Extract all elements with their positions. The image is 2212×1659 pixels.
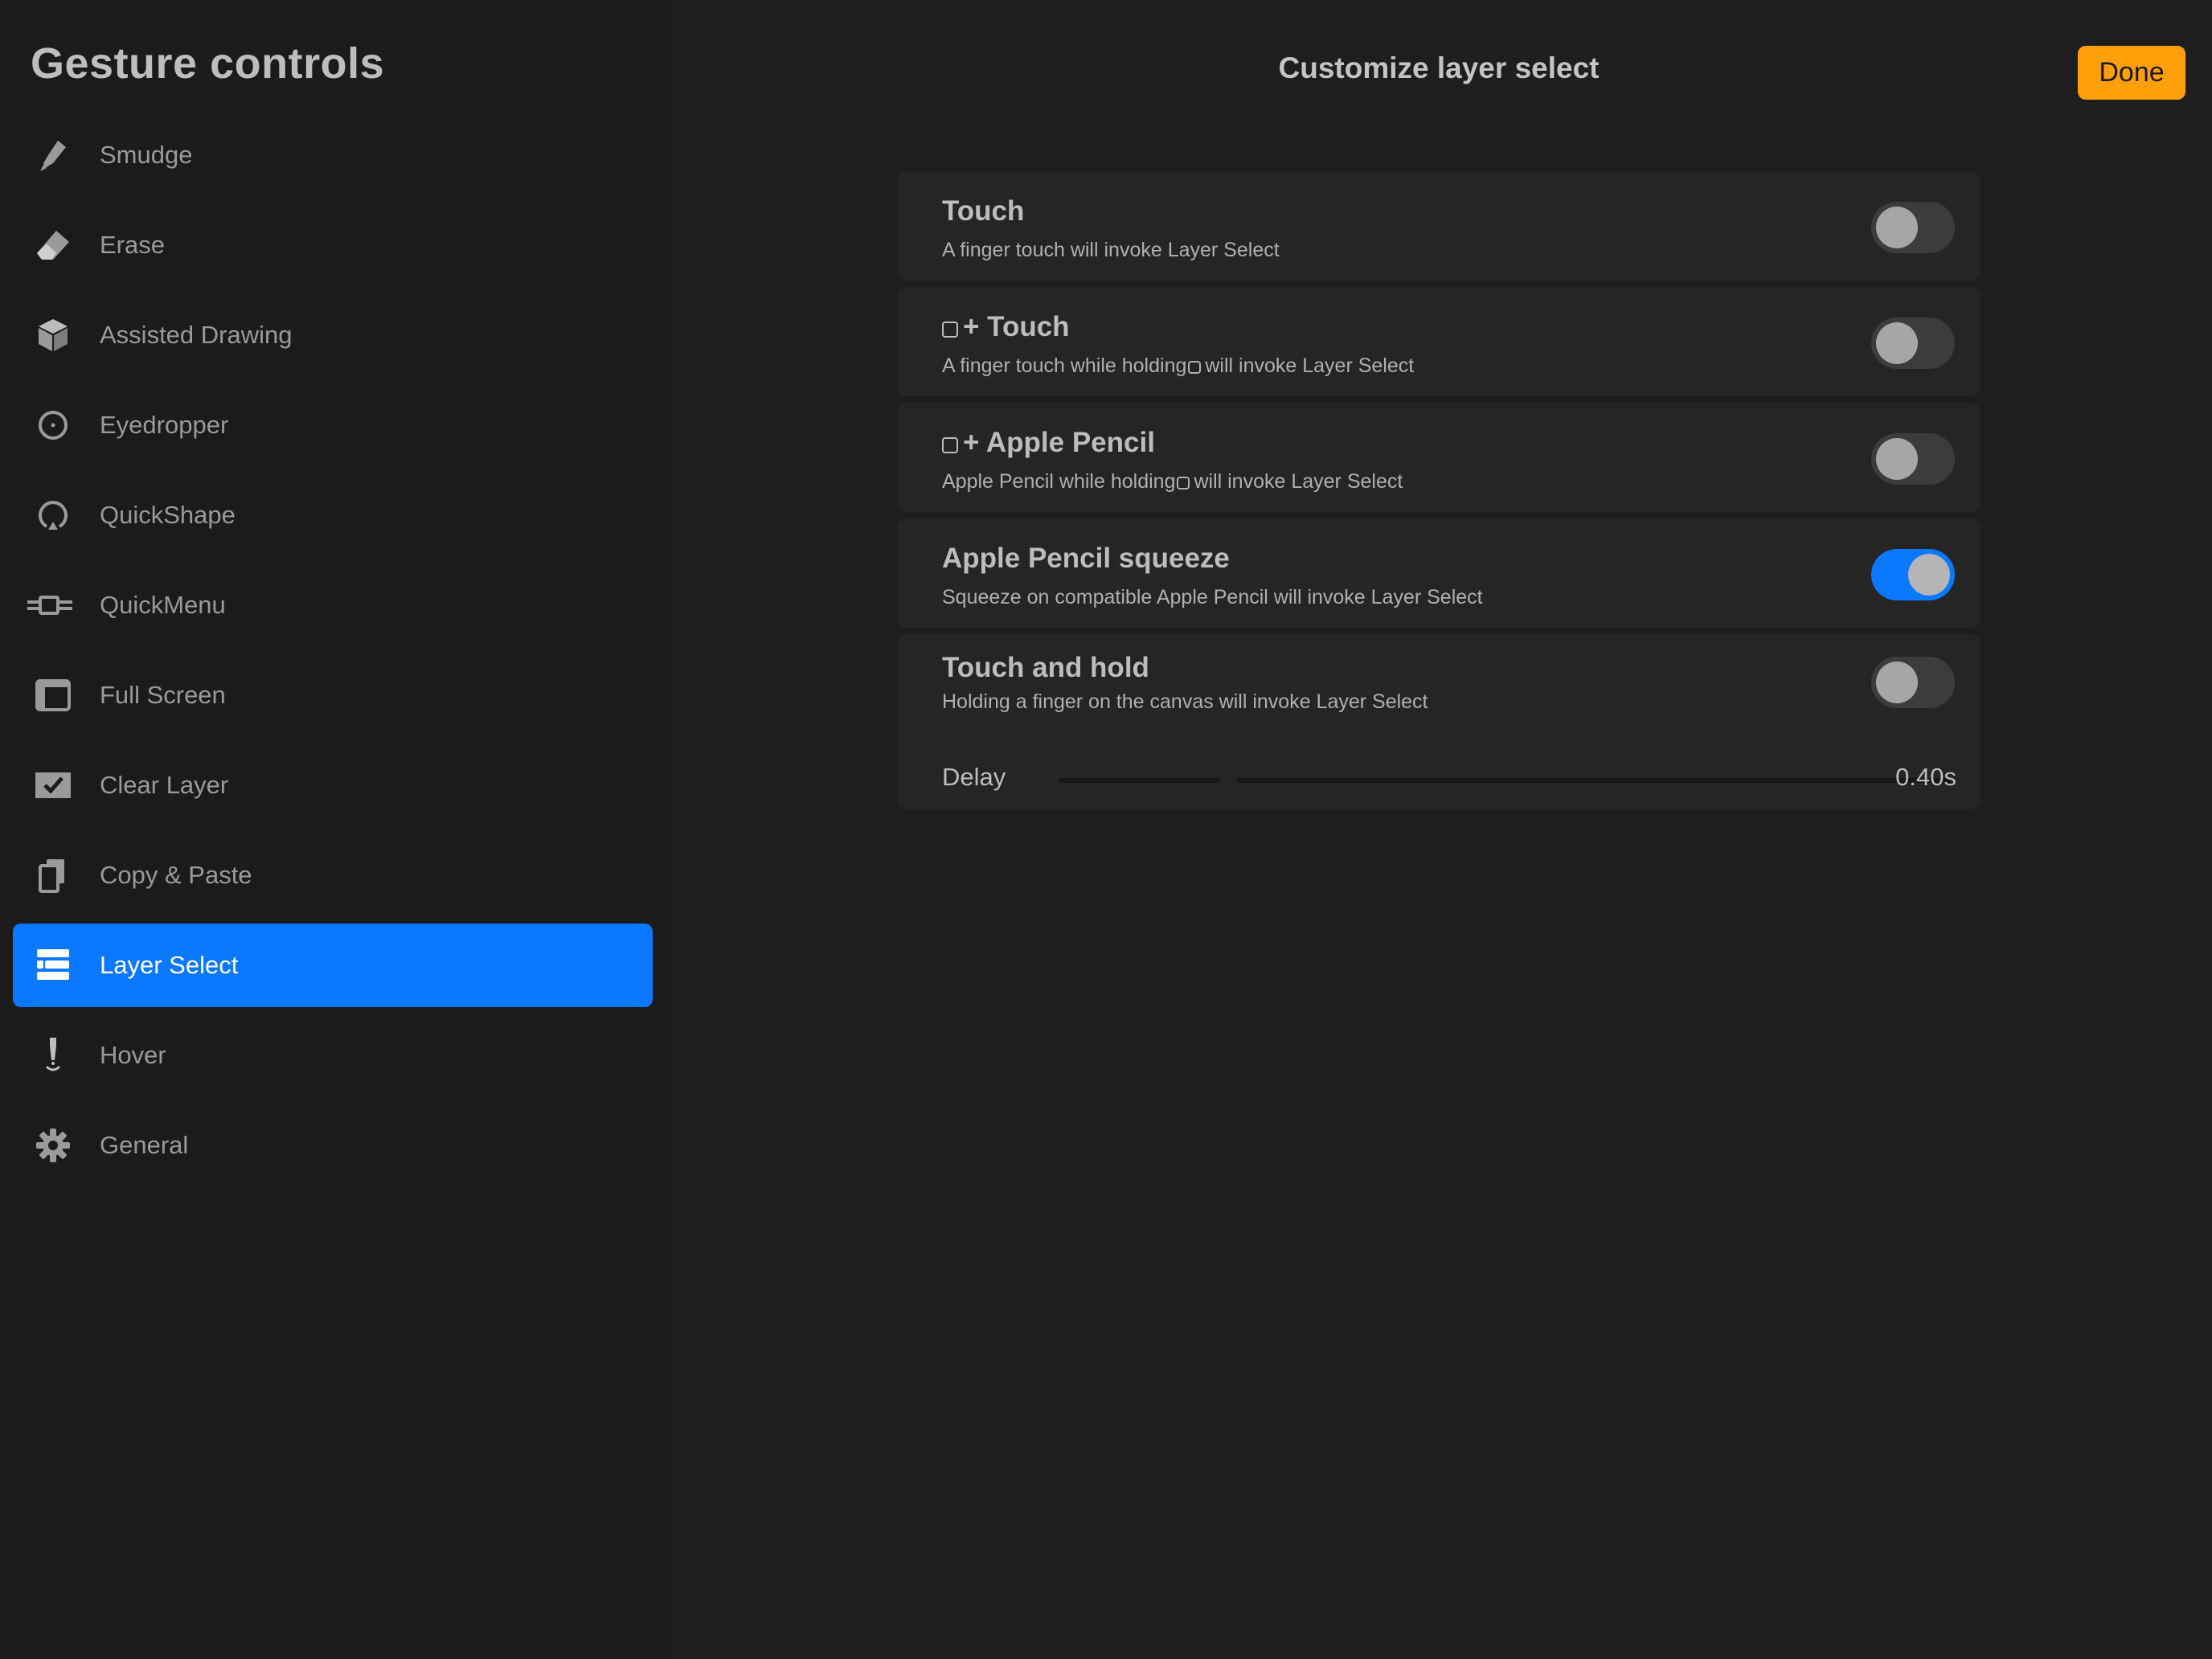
page-title: Customize layer select — [1278, 51, 1600, 84]
fullscreen-icon — [34, 676, 72, 715]
sidebar: Gesture controls Smudge Erase Assisted D… — [0, 0, 666, 1659]
smudge-icon — [34, 136, 72, 174]
toggle-knob — [1876, 207, 1918, 248]
sidebar-item-assisted-drawing[interactable]: Assisted Drawing — [13, 293, 653, 377]
delay-value: 0.40s — [1895, 763, 1956, 791]
modifier-apple-pencil-toggle[interactable] — [1871, 433, 1955, 485]
toggle-knob — [1876, 438, 1918, 480]
sidebar-item-label: Hover — [100, 1041, 166, 1069]
option-title: Touch and hold — [942, 652, 1149, 683]
clear-layer-icon — [34, 766, 72, 805]
option-description: Holding a finger on the canvas will invo… — [942, 690, 1428, 713]
modifier-key-icon — [942, 322, 958, 338]
sidebar-item-label: QuickMenu — [100, 591, 226, 619]
toggle-knob — [1876, 322, 1918, 364]
modifier-key-icon — [942, 437, 958, 453]
slider-track — [1236, 778, 1952, 783]
sidebar-item-label: Smudge — [100, 141, 193, 169]
option-description-row: A finger touch while holding will invoke … — [942, 354, 1414, 378]
sidebar-item-label: Copy & Paste — [100, 861, 252, 889]
option-description-after: will invoke Layer Select — [1205, 354, 1415, 377]
cube-icon — [34, 316, 72, 354]
sidebar-item-label: Clear Layer — [100, 771, 229, 799]
sidebar-item-layer-select[interactable]: Layer Select — [13, 924, 653, 1007]
sidebar-item-erase[interactable]: Erase — [13, 203, 653, 287]
sidebar-item-label: Erase — [100, 231, 165, 259]
option-modifier-apple-pencil: + Apple Pencil Apple Pencil while holdin… — [897, 403, 1981, 512]
option-description-after: will invoke Layer Select — [1194, 470, 1403, 493]
option-title-row: + Touch — [942, 311, 1070, 343]
eraser-icon — [34, 226, 72, 264]
eyedropper-icon — [34, 406, 72, 444]
quickmenu-icon — [27, 586, 72, 625]
option-touch-and-hold: Touch and hold Holding a finger on the c… — [897, 634, 1981, 809]
sidebar-item-smudge[interactable]: Smudge — [13, 113, 653, 197]
hover-icon — [34, 1036, 72, 1075]
touch-and-hold-toggle[interactable] — [1871, 657, 1955, 708]
option-title: Touch — [942, 195, 1025, 227]
copy-paste-icon — [34, 856, 72, 895]
sidebar-item-clear-layer[interactable]: Clear Layer — [13, 743, 653, 827]
modifier-touch-toggle[interactable] — [1871, 317, 1955, 369]
option-description-before: Apple Pencil while holding — [942, 470, 1176, 493]
done-button[interactable]: Done — [2078, 46, 2185, 100]
option-title: + Apple Pencil — [963, 427, 1155, 458]
sidebar-item-quickmenu[interactable]: QuickMenu — [13, 563, 653, 647]
sidebar-item-label: QuickShape — [100, 501, 236, 529]
sidebar-item-eyedropper[interactable]: Eyedropper — [13, 383, 653, 467]
gear-icon — [34, 1126, 72, 1165]
modifier-key-icon — [1188, 361, 1202, 374]
sidebar-item-copy-paste[interactable]: Copy & Paste — [13, 834, 653, 917]
sidebar-item-label: General — [100, 1131, 189, 1159]
sidebar-item-full-screen[interactable]: Full Screen — [13, 653, 653, 737]
option-title: Apple Pencil squeeze — [942, 543, 1230, 574]
sidebar-item-label: Layer Select — [100, 951, 239, 979]
layers-icon — [34, 946, 72, 985]
sidebar-item-label: Eyedropper — [100, 411, 229, 439]
option-apple-pencil-squeeze: Apple Pencil squeeze Squeeze on compatib… — [897, 518, 1981, 628]
sidebar-item-quickshape[interactable]: QuickShape — [13, 473, 653, 557]
option-title: + Touch — [963, 311, 1070, 342]
delay-slider[interactable] — [1058, 778, 1952, 783]
option-description: Squeeze on compatible Apple Pencil will … — [942, 586, 1483, 608]
slider-track-filled — [1058, 778, 1220, 783]
option-description-row: Apple Pencil while holding will invoke La… — [942, 470, 1403, 494]
modifier-key-icon — [1177, 477, 1190, 490]
sidebar-item-hover[interactable]: Hover — [13, 1014, 653, 1097]
option-touch: Touch A finger touch will invoke Layer S… — [897, 171, 1981, 281]
sidebar-item-label: Assisted Drawing — [100, 321, 293, 349]
option-description-before: A finger touch while holding — [942, 354, 1187, 377]
option-title-row: + Apple Pencil — [942, 427, 1155, 459]
toggle-knob — [1876, 662, 1918, 703]
quickshape-icon — [34, 496, 72, 535]
delay-label: Delay — [942, 763, 1006, 791]
option-description: A finger touch will invoke Layer Select — [942, 239, 1280, 261]
sidebar-item-label: Full Screen — [100, 681, 226, 709]
apple-pencil-squeeze-toggle[interactable] — [1871, 549, 1955, 600]
sidebar-item-general[interactable]: General — [13, 1104, 653, 1187]
sidebar-title: Gesture controls — [31, 39, 385, 88]
option-modifier-touch: + Touch A finger touch while holding will… — [897, 287, 1981, 396]
touch-toggle[interactable] — [1871, 202, 1955, 253]
toggle-knob — [1908, 554, 1950, 596]
